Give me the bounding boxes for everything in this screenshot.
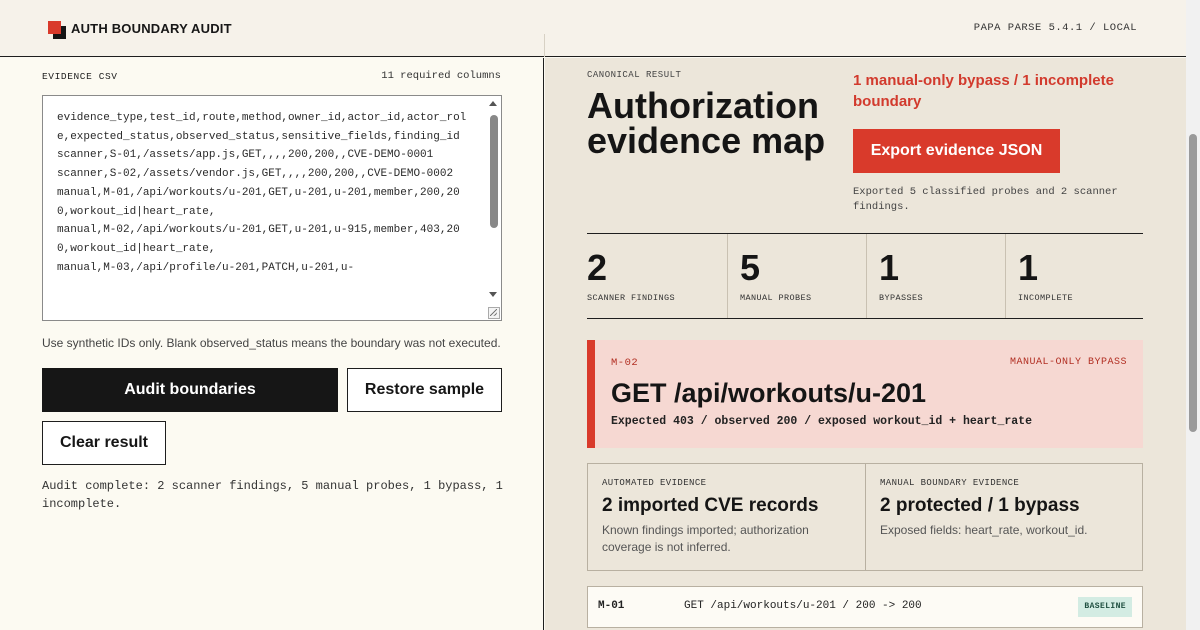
clear-result-button[interactable]: Clear result (42, 421, 166, 465)
automated-evidence-card: AUTOMATED EVIDENCE 2 imported CVE record… (588, 464, 865, 570)
manual-evidence-card: MANUAL BOUNDARY EVIDENCE 2 protected / 1… (865, 464, 1142, 570)
scroll-down-arrow-icon[interactable] (489, 292, 497, 297)
card-kicker: AUTOMATED EVIDENCE (602, 478, 707, 488)
card-body: Known findings imported; authorization c… (602, 523, 809, 554)
page-scrollbar[interactable] (1186, 0, 1200, 630)
card-heading: 2 protected / 1 bypass (880, 495, 1080, 516)
stat-label: INCOMPLETE (1018, 293, 1074, 303)
stat-label: MANUAL PROBES (740, 293, 812, 303)
page-title: Authorization evidence map (587, 85, 826, 161)
evidence-csv-textarea[interactable]: evidence_type,test_id,route,method,owner… (42, 95, 502, 321)
evidence-csv-label: EVIDENCE CSV (42, 71, 118, 82)
scroll-up-arrow-icon[interactable] (489, 101, 497, 106)
card-kicker: MANUAL BOUNDARY EVIDENCE (880, 478, 1020, 488)
probe-row: M-01 GET /api/workouts/u-201 / 200 -> 20… (587, 586, 1143, 628)
alert-probe-id: M-02 (611, 357, 639, 369)
scroll-thumb[interactable] (490, 115, 498, 228)
export-note: Exported 5 classified probes and 2 scann… (853, 186, 1118, 213)
app-title: AUTH BOUNDARY AUDIT (71, 21, 232, 36)
stat-manual-probes: 5 MANUAL PROBES (727, 234, 866, 318)
app-logo-icon (48, 21, 66, 39)
required-columns-note: 11 required columns (381, 70, 501, 82)
bypass-alert-card: M-02 MANUAL-ONLY BYPASS GET /api/workout… (587, 340, 1143, 448)
card-body: Exposed fields: heart_rate, workout_id. (880, 523, 1088, 537)
version-label: PAPA PARSE 5.4.1 / LOCAL (973, 22, 1137, 34)
stats-strip: 2 SCANNER FINDINGS 5 MANUAL PROBES 1 BYP… (587, 233, 1143, 319)
textarea-scrollbar[interactable] (486, 96, 501, 320)
stat-value: 1 (879, 247, 900, 288)
stat-label: BYPASSES (879, 293, 924, 303)
stat-bypasses: 1 BYPASSES (866, 234, 1005, 318)
audit-status-text: Audit complete: 2 scanner findings, 5 ma… (42, 479, 503, 511)
synthetic-ids-hint: Use synthetic IDs only. Blank observed_s… (42, 336, 501, 350)
restore-sample-button[interactable]: Restore sample (347, 368, 502, 412)
stat-value: 5 (740, 247, 761, 288)
evidence-panel: EVIDENCE CSV 11 required columns evidenc… (0, 58, 544, 630)
audit-boundaries-button[interactable]: Audit boundaries (42, 368, 338, 412)
probe-id: M-01 (598, 600, 625, 612)
baseline-badge: BASELINE (1078, 597, 1132, 617)
page-scroll-thumb[interactable] (1189, 134, 1197, 432)
stat-value: 2 (587, 247, 608, 288)
canonical-result-label: CANONICAL RESULT (587, 70, 682, 80)
stat-value: 1 (1018, 247, 1039, 288)
csv-text-content[interactable]: evidence_type,test_id,route,method,owner… (57, 109, 471, 309)
export-evidence-json-button[interactable]: Export evidence JSON (853, 129, 1060, 173)
alert-tag: MANUAL-ONLY BYPASS (1009, 357, 1127, 368)
alert-route: GET /api/workouts/u-201 (611, 378, 927, 408)
evidence-cards: AUTOMATED EVIDENCE 2 imported CVE record… (587, 463, 1143, 571)
stat-label: SCANNER FINDINGS (587, 293, 676, 303)
card-heading: 2 imported CVE records (602, 495, 819, 516)
app-header: AUTH BOUNDARY AUDIT PAPA PARSE 5.4.1 / L… (0, 0, 1186, 57)
alert-detail: Expected 403 / observed 200 / exposed wo… (611, 415, 1032, 428)
result-summary: 1 manual-only bypass / 1 incomplete boun… (853, 72, 1114, 110)
probe-description: GET /api/workouts/u-201 / 200 -> 200 (684, 600, 922, 612)
result-panel: CANONICAL RESULT Authorization evidence … (545, 58, 1186, 630)
stat-scanner-findings: 2 SCANNER FINDINGS (587, 234, 727, 318)
header-divider (544, 34, 545, 57)
resize-grip-icon[interactable] (488, 307, 500, 319)
stat-incomplete: 1 INCOMPLETE (1005, 234, 1143, 318)
